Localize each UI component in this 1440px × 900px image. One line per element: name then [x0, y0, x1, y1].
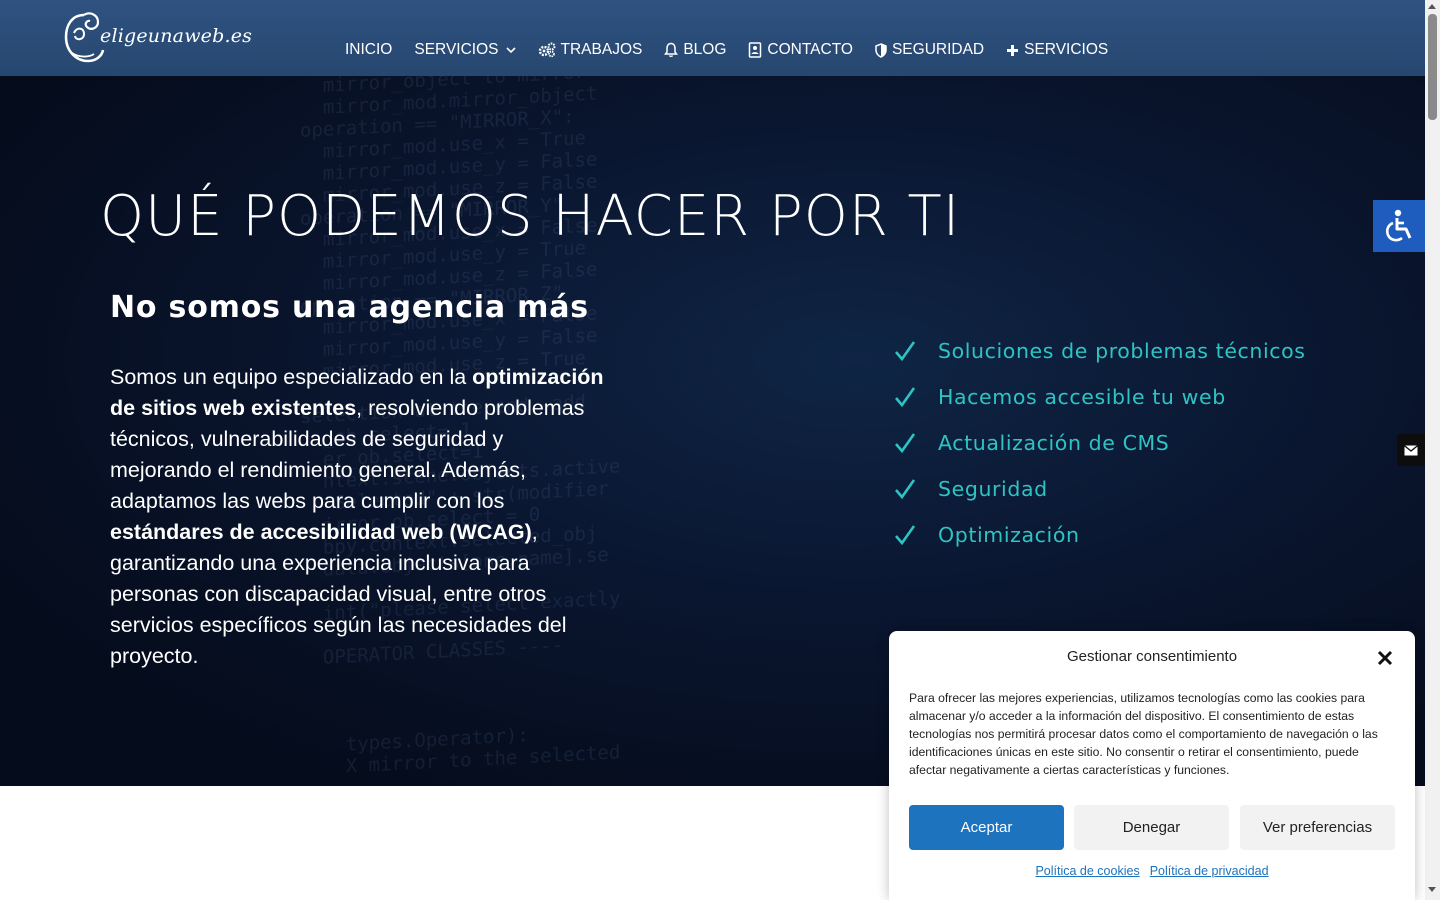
hero-subtitle: No somos una agencia más: [110, 290, 589, 325]
gears-icon: [538, 42, 556, 58]
checkmark-icon: [895, 341, 916, 362]
shield-icon: [875, 42, 887, 58]
deny-button[interactable]: Denegar: [1074, 805, 1229, 850]
feature-item: Actualización de CMS: [893, 420, 1306, 466]
feature-label: Actualización de CMS: [938, 431, 1170, 455]
consent-description: Para ofrecer las mejores experiencias, u…: [909, 691, 1378, 777]
hero-text-part: Somos un equipo especializado en la: [110, 365, 473, 389]
privacy-policy-link[interactable]: Política de privacidad: [1150, 864, 1269, 878]
feature-label: Hacemos accesible tu web: [938, 385, 1226, 409]
hero-text-bold: estándares de accesibilidad web (WCAG): [110, 520, 532, 544]
hero-description: Somos un equipo especializado en la opti…: [110, 362, 610, 672]
nav-item-blog[interactable]: BLOG: [664, 38, 726, 62]
accessibility-toggle-button[interactable]: [1373, 200, 1425, 252]
cookie-consent-dialog: Gestionar consentimiento Para ofrecer la…: [889, 631, 1415, 900]
view-preferences-button[interactable]: Ver preferencias: [1240, 805, 1395, 850]
nav-label: SERVICIOS: [1024, 41, 1109, 58]
feature-item: Optimización: [893, 512, 1306, 558]
cookie-policy-link[interactable]: Política de cookies: [1035, 864, 1139, 878]
checkmark-icon: [895, 433, 916, 454]
feature-item: Seguridad: [893, 466, 1306, 512]
checkmark-icon: [895, 387, 916, 408]
nav-label: SEGURIDAD: [891, 41, 985, 58]
nav-label: TRABAJOS: [560, 41, 643, 58]
nav-item-trabajos[interactable]: TRABAJOS: [538, 38, 643, 62]
checkmark-icon: [895, 479, 916, 500]
scrollbar-thumb[interactable]: [1428, 14, 1437, 120]
hero-title: QUÉ PODEMOS HACER POR TI: [100, 184, 961, 249]
bell-icon: [664, 42, 679, 58]
feature-label: Soluciones de problemas técnicos: [938, 339, 1306, 363]
consent-title: Gestionar consentimiento: [1066, 648, 1238, 665]
feature-item: Hacemos accesible tu web: [893, 374, 1306, 420]
site-header: eligeunaweb.es INICIO SERVICIOS TRABAJOS: [0, 0, 1425, 76]
page-scrollbar[interactable]: [1425, 0, 1440, 900]
feature-item: Soluciones de problemas técnicos: [893, 328, 1306, 374]
scroll-down-arrow-icon[interactable]: [1428, 887, 1436, 892]
nav-item-seguridad[interactable]: SEGURIDAD: [875, 38, 984, 62]
feature-label: Optimización: [938, 523, 1080, 547]
nav-item-inicio[interactable]: INICIO: [345, 38, 392, 62]
main-nav: INICIO SERVICIOS TRABAJOS BLOG CONTACTO …: [345, 38, 1130, 62]
scroll-up-arrow-icon[interactable]: [1428, 4, 1436, 9]
close-icon[interactable]: [1376, 649, 1394, 667]
contact-card-icon: [749, 42, 762, 58]
nav-label: INICIO: [345, 41, 393, 58]
chevron-down-icon: [505, 46, 516, 53]
wheelchair-icon: [1385, 209, 1412, 242]
envelope-icon: [1404, 444, 1418, 455]
nav-label: BLOG: [683, 41, 727, 58]
accept-button[interactable]: Aceptar: [909, 805, 1064, 850]
nav-item-servicios-plus[interactable]: SERVICIOS: [1006, 38, 1108, 62]
plus-icon: [1007, 44, 1019, 56]
logo-text: eligeunaweb.es: [100, 25, 253, 47]
checkmark-icon: [895, 525, 916, 546]
mail-side-tab[interactable]: [1397, 434, 1425, 466]
nav-label: CONTACTO: [767, 41, 853, 58]
nav-label: SERVICIOS: [414, 41, 499, 58]
nav-item-servicios-dropdown[interactable]: SERVICIOS: [414, 38, 516, 62]
site-logo[interactable]: eligeunaweb.es: [62, 8, 252, 68]
nav-item-contacto[interactable]: CONTACTO: [748, 38, 853, 62]
feature-list: Soluciones de problemas técnicos Hacemos…: [893, 328, 1306, 558]
consent-links: Política de cookies Política de privacid…: [889, 864, 1415, 878]
feature-label: Seguridad: [938, 477, 1048, 501]
